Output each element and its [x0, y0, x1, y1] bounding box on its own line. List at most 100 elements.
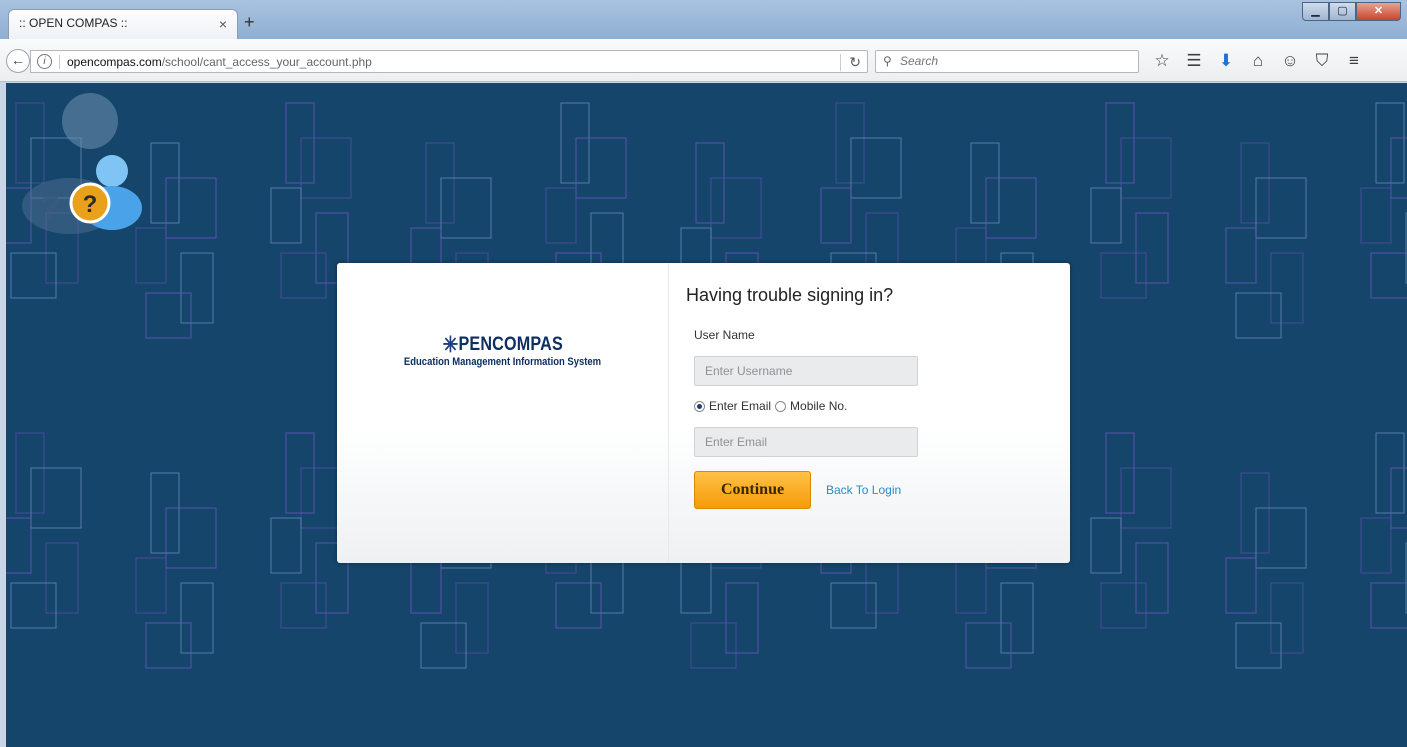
pattern-rect — [1270, 252, 1304, 324]
pattern-rect — [710, 177, 762, 239]
pattern-rect — [15, 432, 45, 514]
pattern-rect — [1120, 467, 1172, 529]
search-input[interactable] — [900, 54, 1100, 68]
logo-brand: ✳PENCOMPAS — [442, 332, 562, 358]
chat-icon[interactable]: ☺ — [1274, 51, 1306, 71]
menu-icon[interactable]: ≡ — [1338, 51, 1370, 71]
radio-email-label[interactable]: Enter Email — [709, 399, 771, 413]
pattern-rect — [270, 517, 302, 574]
pattern-rect — [285, 102, 315, 184]
pattern-rect — [560, 102, 590, 184]
pattern-rect — [180, 252, 214, 324]
help-user-icon: ? ? — [22, 93, 142, 234]
tab-title: :: OPEN COMPAS :: — [19, 16, 128, 30]
pattern-rect — [440, 177, 492, 239]
pattern-rect — [30, 467, 82, 529]
pattern-rect — [150, 142, 180, 224]
page-background: ? ? ✳PENCOMPAS Education Management Info… — [6, 83, 1407, 747]
close-window-button[interactable]: ✕ — [1356, 2, 1401, 21]
email-input[interactable] — [694, 427, 918, 457]
username-label: User Name — [694, 328, 755, 342]
pattern-rect — [300, 137, 352, 199]
pattern-rect — [985, 177, 1037, 239]
logo: ✳PENCOMPAS Education Management Informat… — [337, 332, 668, 368]
pattern-rect — [45, 542, 79, 614]
pattern-rect — [145, 292, 192, 339]
pattern-rect — [10, 252, 57, 299]
pattern-rect — [830, 582, 877, 629]
url-text[interactable]: opencompas.com/school/cant_access_your_a… — [67, 55, 372, 69]
url-path: /school/cant_access_your_account.php — [161, 55, 372, 69]
pattern-rect — [455, 582, 489, 654]
browser-tab[interactable]: :: OPEN COMPAS :: × — [8, 9, 238, 39]
pattern-rect — [1390, 467, 1407, 529]
pattern-rect — [1000, 582, 1034, 654]
pattern-rect — [420, 622, 467, 669]
compass-star-icon: ✳ — [442, 332, 459, 357]
pattern-rect — [850, 137, 902, 199]
pattern-rect — [1360, 517, 1392, 574]
pattern-rect — [150, 472, 180, 554]
recovery-card: ✳PENCOMPAS Education Management Informat… — [337, 263, 1070, 563]
username-input[interactable] — [694, 356, 918, 386]
radio-email[interactable] — [694, 400, 705, 412]
address-bar[interactable]: i opencompas.com/school/cant_access_your… — [30, 50, 868, 73]
download-icon[interactable]: ⬇ — [1210, 51, 1242, 71]
pattern-rect — [180, 582, 214, 654]
tab-close-icon[interactable]: × — [219, 16, 227, 32]
back-to-login-link[interactable]: Back To Login — [826, 483, 901, 497]
pattern-rect — [1090, 517, 1122, 574]
radio-mobile[interactable] — [775, 400, 787, 412]
back-button[interactable]: ← — [6, 49, 30, 73]
pattern-rect — [285, 432, 315, 514]
window-controls: ▁ ▢ ✕ — [1302, 2, 1401, 21]
pattern-rect — [1100, 252, 1147, 299]
pattern-rect — [695, 142, 725, 224]
new-tab-button[interactable]: + — [244, 13, 255, 31]
pattern-rect — [1235, 622, 1282, 669]
minimize-button[interactable]: ▁ — [1302, 2, 1329, 21]
site-info-icon[interactable]: i — [37, 54, 52, 69]
pattern-rect — [10, 582, 57, 629]
bookmark-star-icon[interactable]: ☆ — [1146, 51, 1178, 71]
pattern-rect — [1255, 507, 1307, 569]
pattern-rect — [1105, 102, 1135, 184]
radio-mobile-label[interactable]: Mobile No. — [790, 399, 847, 413]
pattern-rect — [965, 622, 1012, 669]
pattern-rect — [1270, 582, 1304, 654]
maximize-button[interactable]: ▢ — [1329, 2, 1356, 21]
pattern-rect — [1120, 137, 1172, 199]
pattern-rect — [1240, 472, 1270, 554]
pattern-rect — [1225, 557, 1257, 614]
navigation-toolbar: ← i opencompas.com/school/cant_access_yo… — [0, 39, 1407, 82]
pattern-rect — [835, 102, 865, 184]
home-icon[interactable]: ⌂ — [1242, 51, 1274, 71]
pattern-rect — [6, 517, 32, 574]
pattern-rect — [135, 557, 167, 614]
pocket-icon[interactable]: ⛉ — [1306, 51, 1338, 71]
page-title: Having trouble signing in? — [686, 285, 894, 305]
pattern-rect — [555, 582, 602, 629]
pattern-rect — [820, 187, 852, 244]
continue-button[interactable]: Continue — [694, 471, 811, 509]
reading-list-icon[interactable]: ☰ — [1178, 51, 1210, 71]
pattern-rect — [1370, 582, 1407, 629]
pattern-rect — [1135, 212, 1169, 284]
pattern-rect — [690, 622, 737, 669]
pattern-rect — [145, 622, 192, 669]
toolbar-icons: ☆ ☰ ⬇ ⌂ ☺ ⛉ ≡ — [1146, 51, 1370, 71]
pattern-rect — [1255, 177, 1307, 239]
url-host: opencompas.com — [67, 55, 162, 69]
pattern-rect — [1390, 137, 1407, 199]
browser-titlebar: :: OPEN COMPAS :: × + ▁ ▢ ✕ — [0, 0, 1407, 39]
pattern-rect — [410, 557, 442, 614]
pattern-rect — [1225, 227, 1257, 284]
pattern-rect — [270, 187, 302, 244]
pattern-rect — [1360, 187, 1392, 244]
pattern-rect — [1135, 542, 1169, 614]
card-divider — [668, 263, 669, 563]
pattern-rect — [1240, 142, 1270, 224]
search-bar[interactable]: ⚲ — [875, 50, 1139, 73]
form-actions: Continue Back To Login — [694, 471, 1056, 509]
reload-icon[interactable]: ↻ — [840, 54, 861, 71]
